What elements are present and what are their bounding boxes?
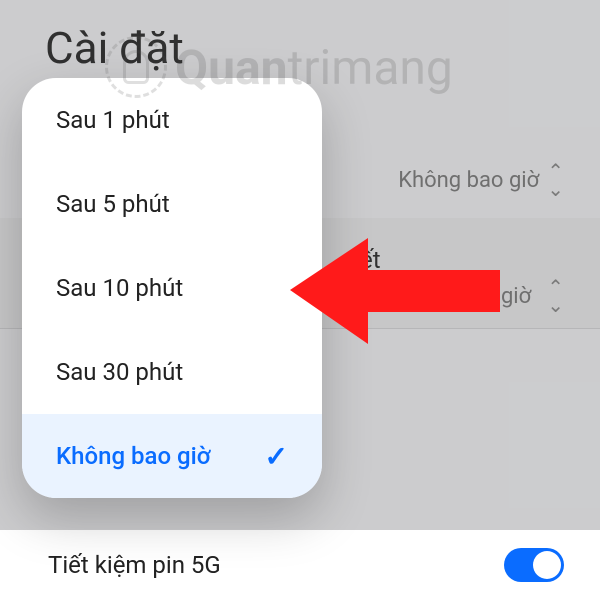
popup-option-1min[interactable]: Sau 1 phút <box>22 78 322 162</box>
popup-option-label: Sau 1 phút <box>56 106 170 134</box>
popup-option-label: Sau 10 phút <box>56 274 183 302</box>
popup-option-label: Không bao giờ <box>56 442 211 470</box>
setting-row-5g-label: Tiết kiệm pin 5G <box>48 551 221 579</box>
popup-option-never[interactable]: Không bao giờ ✓ <box>22 414 322 498</box>
check-icon: ✓ <box>265 440 288 473</box>
popup-option-5min[interactable]: Sau 5 phút <box>22 162 322 246</box>
popup-option-label: Sau 5 phút <box>56 190 170 218</box>
duration-popup: Sau 1 phút Sau 5 phút Sau 10 phút Sau 30… <box>22 78 322 498</box>
popup-option-10min[interactable]: Sau 10 phút <box>22 246 322 330</box>
screen: Cài đặt Không bao giờ ⌃⌄ ết Không bao gi… <box>0 0 600 600</box>
popup-option-label: Sau 30 phút <box>56 358 183 386</box>
setting-row-5g-battery[interactable]: Tiết kiệm pin 5G <box>0 530 600 600</box>
popup-option-30min[interactable]: Sau 30 phút <box>22 330 322 414</box>
toggle-5g-battery[interactable] <box>504 548 564 582</box>
